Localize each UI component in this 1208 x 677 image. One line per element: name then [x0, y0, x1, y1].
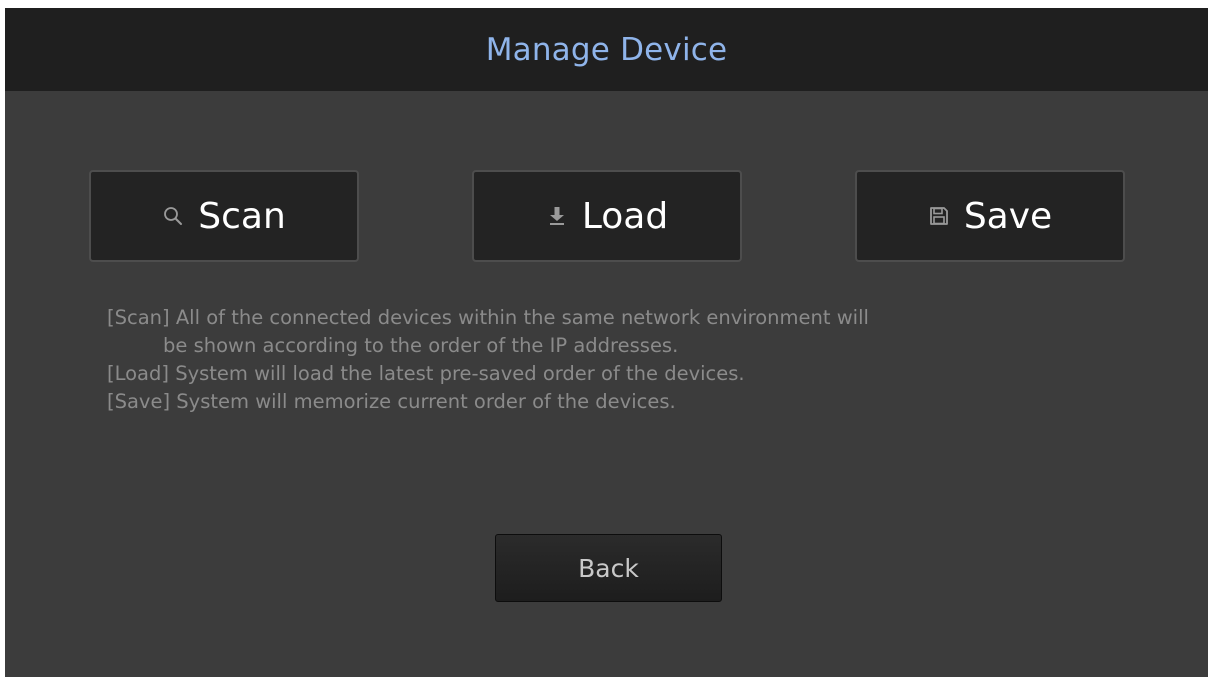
search-icon — [162, 205, 184, 227]
floppy-disk-icon — [928, 205, 950, 227]
page-title: Manage Device — [485, 31, 728, 68]
help-line-scan-continued: be shown according to the order of the I… — [163, 334, 679, 357]
download-icon — [546, 205, 568, 227]
scan-button-label: Scan — [198, 195, 286, 237]
help-text: [Scan] All of the connected devices with… — [107, 304, 1107, 416]
save-button[interactable]: Save — [855, 170, 1125, 262]
save-button-label: Save — [963, 195, 1053, 237]
load-button-label: Load — [581, 195, 669, 237]
load-button[interactable]: Load — [472, 170, 742, 262]
title-bar: Manage Device — [5, 8, 1208, 91]
back-button[interactable]: Back — [495, 534, 722, 602]
back-button-label: Back — [578, 553, 639, 583]
help-line-scan: [Scan] All of the connected devices with… — [107, 306, 869, 329]
manage-device-screen: Manage Device Scan Load Save [Scan] All … — [5, 8, 1208, 677]
help-line-save: [Save] System will memorize current orde… — [107, 390, 676, 413]
help-line-load: [Load] System will load the latest pre-s… — [107, 362, 745, 385]
scan-button[interactable]: Scan — [89, 170, 359, 262]
